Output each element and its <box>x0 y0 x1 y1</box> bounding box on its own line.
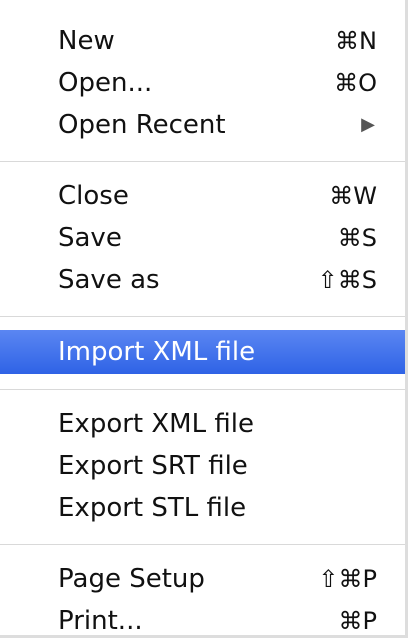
menu-item-page-setup[interactable]: Page Setup ⇧⌘P <box>0 558 405 600</box>
menu-separator <box>0 316 405 317</box>
menu-item-open-recent[interactable]: Open Recent ▶ <box>0 104 405 146</box>
menu-item-save[interactable]: Save ⌘S <box>0 217 405 259</box>
menu-separator <box>0 544 405 545</box>
menu-item-label: Open Recent <box>58 110 226 140</box>
menu-item-label: Export XML file <box>58 409 254 439</box>
triangle-right-icon: ▶ <box>361 114 375 135</box>
menu-item-open[interactable]: Open... ⌘O <box>0 62 405 104</box>
menu-item-export-srt[interactable]: Export SRT file <box>0 445 405 487</box>
menu-item-shortcut: ⌘W <box>329 182 377 210</box>
menu-item-label: New <box>58 26 115 56</box>
menu-item-import-xml[interactable]: Import XML file <box>0 330 405 374</box>
menu-item-label: Save <box>58 223 122 253</box>
menu-item-label: Open... <box>58 68 153 98</box>
menu-item-shortcut: ⌘O <box>334 69 377 97</box>
menu-item-shortcut: ⇧⌘P <box>318 565 377 593</box>
menu-item-label: Page Setup <box>58 564 205 594</box>
menu-item-shortcut: ⌘N <box>335 27 377 55</box>
file-menu: New ⌘N Open... ⌘O Open Recent ▶ Close ⌘W… <box>0 0 408 638</box>
menu-separator <box>0 389 405 390</box>
menu-item-shortcut: ⌘S <box>337 224 377 252</box>
menu-separator <box>0 161 405 162</box>
menu-item-print[interactable]: Print... ⌘P <box>0 600 405 642</box>
menu-item-label: Save as <box>58 265 160 295</box>
menu-item-shortcut: ⇧⌘S <box>317 266 377 294</box>
menu-item-new[interactable]: New ⌘N <box>0 20 405 62</box>
menu-item-label: Import XML file <box>58 337 256 367</box>
menu-item-label: Print... <box>58 606 143 636</box>
menu-item-export-xml[interactable]: Export XML file <box>0 403 405 445</box>
menu-item-shortcut: ⌘P <box>338 607 377 635</box>
menu-item-label: Export STL file <box>58 493 247 523</box>
menu-item-label: Export SRT file <box>58 451 248 481</box>
menu-item-export-stl[interactable]: Export STL file <box>0 487 405 529</box>
menu-item-save-as[interactable]: Save as ⇧⌘S <box>0 259 405 301</box>
menu-item-close[interactable]: Close ⌘W <box>0 175 405 217</box>
menu-item-label: Close <box>58 181 129 211</box>
